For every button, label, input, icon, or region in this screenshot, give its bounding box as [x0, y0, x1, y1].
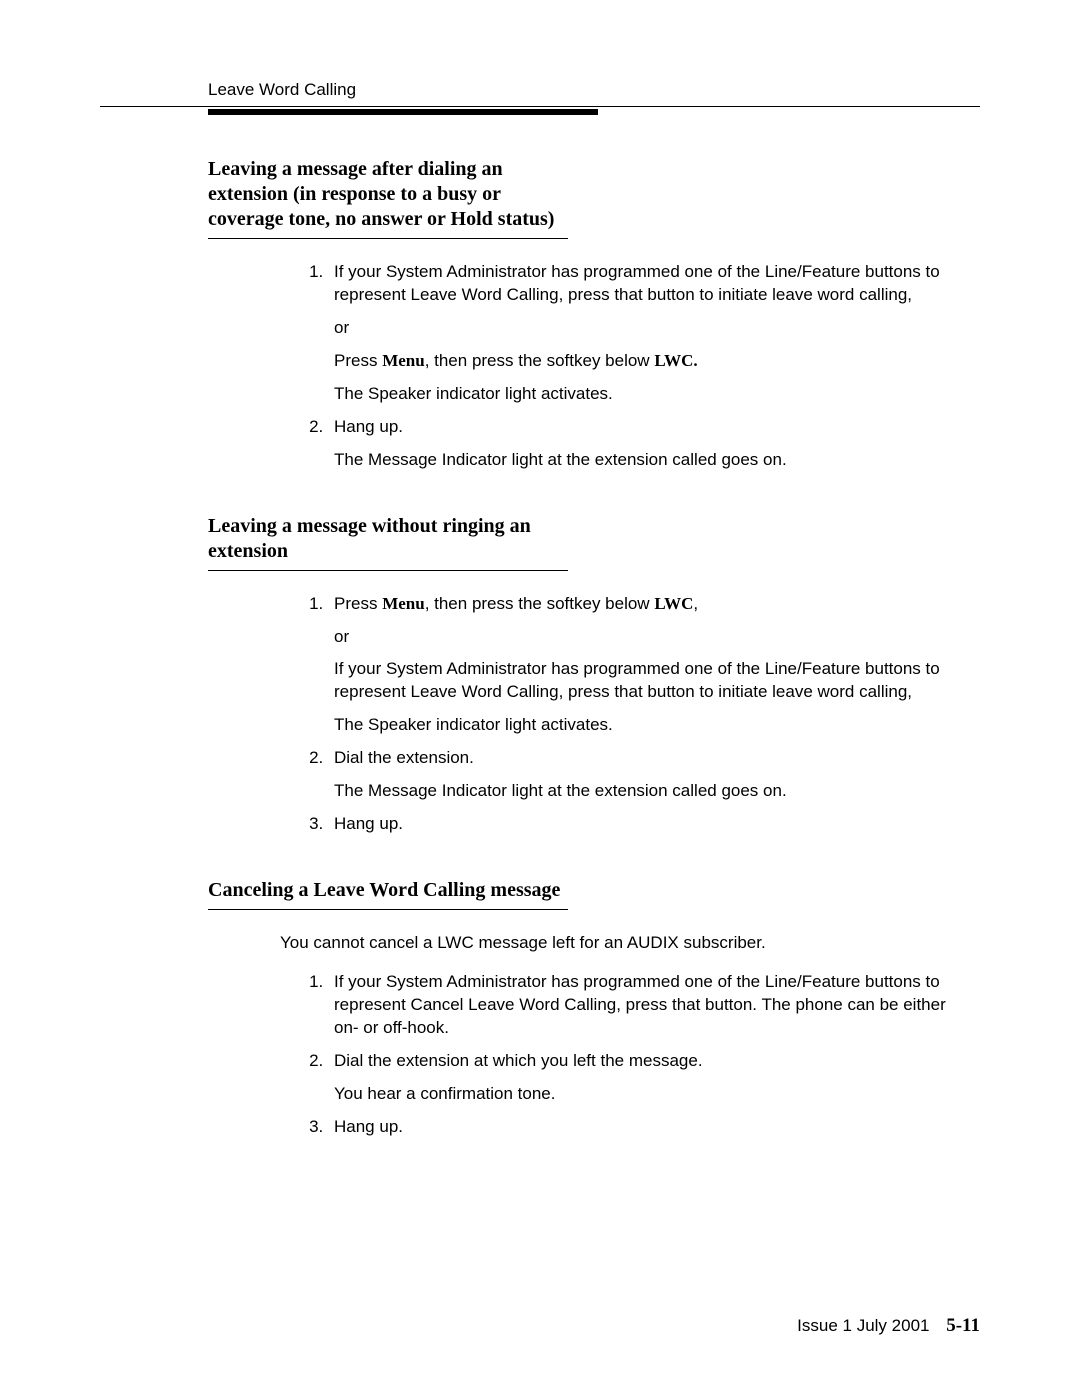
step-item: Dial the extension. The Message Indicato…	[328, 747, 960, 803]
step-text: If your System Administrator has program…	[334, 972, 946, 1037]
step-item: Dial the extension at which you left the…	[328, 1050, 960, 1106]
section-body: If your System Administrator has program…	[280, 261, 960, 472]
step-sub: The Speaker indicator light activates.	[334, 383, 960, 406]
step-text: Press Menu, then press the softkey below…	[334, 594, 698, 613]
section-intro: You cannot cancel a LWC message left for…	[280, 932, 960, 955]
header-rule-thick	[208, 109, 598, 115]
step-text: If your System Administrator has program…	[334, 262, 940, 304]
step-text: Hang up.	[334, 814, 403, 833]
step-sub: The Message Indicator light at the exten…	[334, 780, 960, 803]
step-item: Press Menu, then press the softkey below…	[328, 593, 960, 738]
page: Leave Word Calling Leaving a message aft…	[0, 0, 1080, 1397]
step-sub: or	[334, 317, 960, 340]
step-item: Hang up.	[328, 813, 960, 836]
step-text: Hang up.	[334, 417, 403, 436]
section-cancel-lwc: Canceling a Leave Word Calling message Y…	[100, 878, 980, 1139]
step-item: Hang up.	[328, 1116, 960, 1139]
section-leave-after-dial: Leaving a message after dialing an exten…	[100, 157, 980, 472]
page-number: 5-11	[946, 1315, 980, 1336]
section-leave-without-ring: Leaving a message without ringing an ext…	[100, 514, 980, 837]
step-sub: The Message Indicator light at the exten…	[334, 449, 960, 472]
text: Press	[334, 351, 382, 370]
section-body: Press Menu, then press the softkey below…	[280, 593, 960, 837]
step-sub: Press Menu, then press the softkey below…	[334, 350, 960, 373]
text: , then press the softkey below	[425, 351, 655, 370]
step-sub: You hear a confirmation tone.	[334, 1083, 960, 1106]
section-title: Leaving a message without ringing an ext…	[208, 514, 568, 571]
step-text: Dial the extension at which you left the…	[334, 1051, 703, 1070]
menu-key: Menu	[382, 594, 425, 613]
issue-text: Issue 1 July 2001	[797, 1316, 929, 1335]
step-list: If your System Administrator has program…	[280, 971, 960, 1139]
lwc-key: LWC	[654, 594, 693, 613]
text: Press	[334, 594, 382, 613]
running-head: Leave Word Calling	[208, 80, 980, 100]
step-item: If your System Administrator has program…	[328, 261, 960, 406]
step-sub: The Speaker indicator light activates.	[334, 714, 960, 737]
step-item: Hang up. The Message Indicator light at …	[328, 416, 960, 472]
section-title: Canceling a Leave Word Calling message	[208, 878, 568, 910]
text: , then press the softkey below	[425, 594, 655, 613]
step-text: Dial the extension.	[334, 748, 474, 767]
menu-key: Menu	[382, 351, 425, 370]
section-body: You cannot cancel a LWC message left for…	[280, 932, 960, 1139]
header-rule-thin	[100, 106, 980, 107]
lwc-key: LWC.	[654, 351, 697, 370]
step-sub: If your System Administrator has program…	[334, 658, 960, 704]
step-text: Hang up.	[334, 1117, 403, 1136]
step-list: Press Menu, then press the softkey below…	[280, 593, 960, 837]
step-item: If your System Administrator has program…	[328, 971, 960, 1040]
step-list: If your System Administrator has program…	[280, 261, 960, 472]
section-title: Leaving a message after dialing an exten…	[208, 157, 568, 239]
page-footer: Issue 1 July 2001 5-11	[797, 1315, 980, 1337]
text: ,	[693, 594, 698, 613]
step-sub: or	[334, 626, 960, 649]
